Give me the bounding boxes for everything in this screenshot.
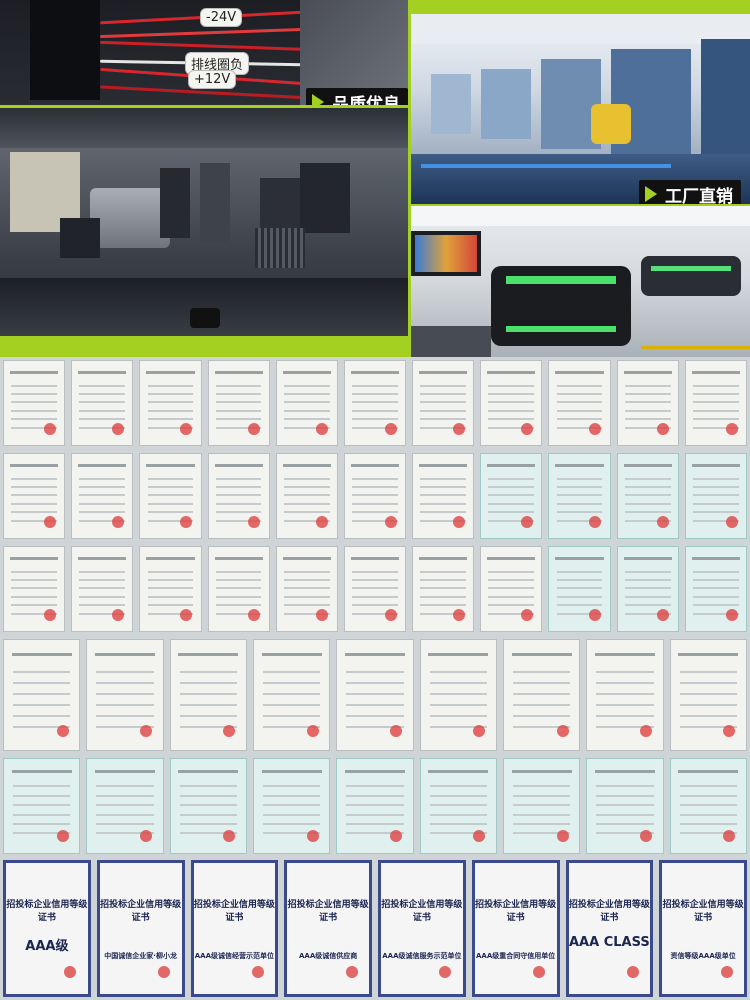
credit-certificate-title: 招投标企业信用等级证书 (193, 900, 275, 923)
patent-certificate (207, 453, 270, 539)
patent-certificate (207, 360, 270, 446)
factory-badge-label: 工厂直销 (665, 187, 733, 204)
credit-certificate-subtitle: 中国诚信企业家·柳小龙 (104, 952, 177, 960)
patent-certificate (616, 546, 679, 632)
patent-certificate (548, 360, 611, 446)
patent-certificate (139, 360, 202, 446)
patent-certificate (586, 639, 664, 751)
motor (90, 188, 170, 248)
patent-certificate (275, 360, 338, 446)
patent-certificate (419, 639, 497, 751)
patent-certificate (480, 360, 543, 446)
credit-certificate-subtitle: AAA级诚信服务示范单位 (382, 952, 462, 960)
arrow-icon (312, 94, 324, 105)
credit-certificate: 招投标企业信用等级证书 AAA级诚信经营示范单位 (190, 860, 279, 997)
credit-certificate: 招投标企业信用等级证书 AAA级 (3, 860, 91, 997)
patent-certificate (669, 758, 747, 854)
credit-certificate: 招投标企业信用等级证书 AAA级诚信供应商 (284, 860, 372, 997)
credit-certificate-subtitle: AAA级诚信供应商 (298, 952, 358, 960)
credit-certificate-title: 招投标企业信用等级证书 (662, 900, 744, 923)
patent-certificate (336, 639, 414, 751)
patent-certificate (419, 758, 497, 854)
arrow-icon (645, 186, 657, 202)
patent-certificate (343, 546, 407, 632)
patent-certificate (139, 546, 202, 632)
patent-certificate (480, 453, 543, 539)
terminal-block (30, 0, 100, 100)
patent-certificate (71, 360, 134, 446)
patent-certificate (207, 546, 270, 632)
patent-certificate (275, 546, 338, 632)
patent-certificate (503, 639, 581, 751)
patent-certificate (275, 453, 338, 539)
credit-certificate-subtitle: AAA级重合同守信用单位 (475, 952, 556, 960)
patent-certificate (586, 758, 664, 854)
patent-certificate (503, 758, 581, 854)
certificates-wall: 招投标企业信用等级证书 AAA级 招投标企业信用等级证书 中国诚信企业家·柳小龙 招投标… (0, 357, 750, 1000)
patent-certificate (169, 758, 247, 854)
patent-certificate (412, 453, 475, 539)
patent-certificate (71, 453, 134, 539)
credit-certificate-title: 招投标企业信用等级证书 (568, 900, 650, 923)
patent-certificate (412, 546, 475, 632)
patent-certificate (169, 639, 247, 751)
patent-certificate (480, 546, 543, 632)
credit-certificate-title: 招投标企业信用等级证书 (100, 900, 182, 923)
arcade-hall-photo: 工厂直销 (411, 14, 750, 204)
patent-certificate (86, 639, 164, 751)
credit-certificate: 招投标企业信用等级证书 AAA CLASS (565, 860, 654, 997)
wiring-photo: -24V 排线圈负 +12V 品质优良 (0, 0, 408, 105)
game-logo (591, 104, 631, 144)
patent-certificate (669, 639, 747, 751)
credit-certificate: 招投标企业信用等级证书 AAA级重合同守信用单位 (471, 860, 560, 997)
patent-certificate (412, 360, 475, 446)
patent-certificate (3, 360, 66, 446)
credit-certificate-grade: AAA CLASS (569, 935, 650, 950)
patent-certificate (86, 758, 164, 854)
credit-certificate: 招投标企业信用等级证书 AAA级诚信服务示范单位 (378, 860, 466, 997)
patent-certificate (3, 758, 81, 854)
factory-badge: 工厂直销 (639, 180, 741, 204)
patent-certificate (3, 639, 81, 751)
credit-certificate-title: 招投标企业信用等级证书 (6, 900, 88, 923)
quality-badge: 品质优良 (306, 88, 408, 105)
patent-certificate (343, 360, 407, 446)
credit-certificate-subtitle: 资信等级AAA级单位 (670, 952, 736, 960)
product-photo-panel: -24V 排线圈负 +12V 品质优良 工厂直销 (0, 0, 750, 357)
patent-certificate (139, 453, 202, 539)
patent-certificate (343, 453, 407, 539)
credit-certificate-subtitle: AAA级诚信经营示范单位 (194, 952, 274, 960)
credit-certificate: 招投标企业信用等级证书资信等级AAA级单位 (659, 860, 747, 997)
patent-certificate (71, 546, 134, 632)
patent-certificate (616, 453, 679, 539)
patent-certificate (336, 758, 414, 854)
patent-certificate (253, 639, 331, 751)
patent-certificate (616, 360, 679, 446)
patent-certificate (548, 453, 611, 539)
credit-certificate-grade: AAA级 (25, 939, 69, 954)
credit-certificate-title: 招投标企业信用等级证书 (287, 900, 369, 923)
credit-certificate: 招投标企业信用等级证书中国诚信企业家·柳小龙 (96, 860, 185, 997)
patent-certificate (3, 453, 66, 539)
patent-certificate (3, 546, 66, 632)
patent-certificate (253, 758, 331, 854)
credit-certificate-title: 招投标企业信用等级证书 (475, 900, 557, 923)
quality-badge-label: 品质优良 (332, 95, 400, 105)
game-stand-photo (411, 206, 750, 357)
motor-assembly-photo (0, 108, 408, 357)
patent-certificate (684, 546, 747, 632)
patent-certificate (684, 453, 747, 539)
patent-certificate (548, 546, 611, 632)
label-neg24v: -24V (200, 8, 243, 27)
label-pos12v: +12V (188, 70, 237, 89)
patent-certificate (684, 360, 747, 446)
credit-certificate-title: 招投标企业信用等级证书 (381, 900, 463, 923)
